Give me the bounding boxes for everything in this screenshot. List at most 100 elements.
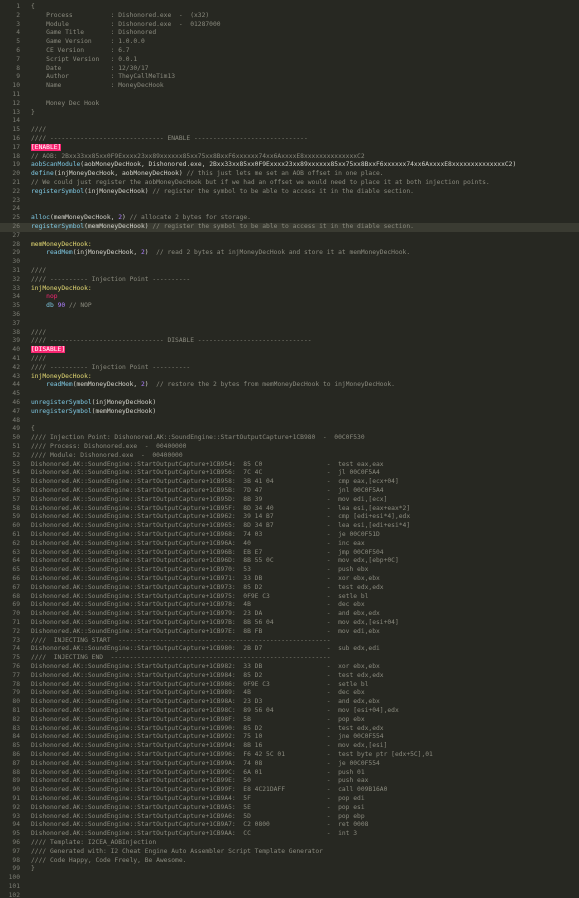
code-line[interactable]: 85 Dishonored.AK::SoundEngine::StartOutpu…	[0, 742, 579, 751]
code-line[interactable]: 8 Date : 12/30/17	[0, 65, 579, 74]
code-line[interactable]: 50 //// Injection Point: Dishonored.AK::S…	[0, 434, 579, 443]
code-line[interactable]: 43 injMoneyDecHook:	[0, 373, 579, 382]
code-line[interactable]: 92 Dishonored.AK::SoundEngine::StartOutpu…	[0, 804, 579, 813]
code-line[interactable]: 97 //// Generated with: I2 Cheat Engine A…	[0, 848, 579, 857]
code-line[interactable]: 90 Dishonored.AK::SoundEngine::StartOutpu…	[0, 786, 579, 795]
code-line[interactable]: 61 Dishonored.AK::SoundEngine::StartOutpu…	[0, 531, 579, 540]
code-line[interactable]: 60 Dishonored.AK::SoundEngine::StartOutpu…	[0, 522, 579, 531]
code-line[interactable]: 40 [DISABLE]	[0, 346, 579, 355]
code-line[interactable]: 28 memMoneyDecHook:	[0, 241, 579, 250]
code-line[interactable]: 79 Dishonored.AK::SoundEngine::StartOutpu…	[0, 689, 579, 698]
code-line[interactable]: 67 Dishonored.AK::SoundEngine::StartOutpu…	[0, 584, 579, 593]
code-line[interactable]: 7 Script Version : 0.0.1	[0, 56, 579, 65]
code-line[interactable]: 1{	[0, 3, 579, 12]
code-line[interactable]: 33 injMoneyDecHook:	[0, 285, 579, 294]
code-line[interactable]: 17 [ENABLE]	[0, 143, 579, 153]
code-line[interactable]: 10 Name : MoneyDecHook	[0, 82, 579, 91]
code-line[interactable]: 83 Dishonored.AK::SoundEngine::StartOutpu…	[0, 725, 579, 734]
code-line[interactable]: 84 Dishonored.AK::SoundEngine::StartOutpu…	[0, 733, 579, 742]
code-line[interactable]: 35 db 90 // NOP	[0, 302, 579, 311]
code-line[interactable]: 20 define(injMoneyDecHook, aobMoneyDecHoo…	[0, 170, 579, 179]
code-line[interactable]: 70 Dishonored.AK::SoundEngine::StartOutpu…	[0, 610, 579, 619]
code-line[interactable]: 62 Dishonored.AK::SoundEngine::StartOutpu…	[0, 540, 579, 549]
code-line[interactable]: 13}	[0, 109, 579, 118]
code-line[interactable]: 81 Dishonored.AK::SoundEngine::StartOutpu…	[0, 707, 579, 716]
code-line[interactable]: 51 //// Process: Dishonored.exe - 0040000…	[0, 443, 579, 452]
code-line[interactable]: 44 readMem(memMoneyDecHook, 2) // restor…	[0, 381, 579, 390]
code-line[interactable]: 55 Dishonored.AK::SoundEngine::StartOutpu…	[0, 478, 579, 487]
code-line[interactable]: 9 Author : TheyCallMeTim13	[0, 73, 579, 82]
code-line[interactable]: 49 {	[0, 425, 579, 434]
code-line[interactable]: 95 Dishonored.AK::SoundEngine::StartOutpu…	[0, 830, 579, 839]
code-line[interactable]: 88 Dishonored.AK::SoundEngine::StartOutpu…	[0, 769, 579, 778]
code-line[interactable]: 57 Dishonored.AK::SoundEngine::StartOutpu…	[0, 496, 579, 505]
code-line[interactable]: 24	[0, 205, 579, 214]
code-line[interactable]: 102	[0, 892, 579, 898]
code-line[interactable]: 98 //// Code Happy, Code Freely, Be Aweso…	[0, 857, 579, 866]
code-line[interactable]: 96 //// Template: I2CEA_AOBInjection	[0, 839, 579, 848]
code-line[interactable]: 82 Dishonored.AK::SoundEngine::StartOutpu…	[0, 716, 579, 725]
code-line[interactable]: 23	[0, 197, 579, 206]
code-line[interactable]: 16 //// ------------------------------ EN…	[0, 135, 579, 144]
code-line[interactable]: 54 Dishonored.AK::SoundEngine::StartOutpu…	[0, 469, 579, 478]
code-line[interactable]: 58 Dishonored.AK::SoundEngine::StartOutpu…	[0, 505, 579, 514]
code-line[interactable]: 59 Dishonored.AK::SoundEngine::StartOutpu…	[0, 513, 579, 522]
code-line[interactable]: 27	[0, 232, 579, 241]
code-line[interactable]: 45	[0, 390, 579, 399]
code-line[interactable]: 37	[0, 320, 579, 329]
code-line[interactable]: 100	[0, 874, 579, 883]
code-line[interactable]: 31 ////	[0, 267, 579, 276]
code-line[interactable]: 56 Dishonored.AK::SoundEngine::StartOutpu…	[0, 487, 579, 496]
code-line[interactable]: 74 Dishonored.AK::SoundEngine::StartOutpu…	[0, 645, 579, 654]
code-editor[interactable]: 1{2 Process : Dishonored.exe - (x32) 3 Mo…	[0, 0, 579, 898]
code-line[interactable]: 73 //// INJECTING START -----------------…	[0, 637, 579, 646]
code-line[interactable]: 48	[0, 417, 579, 426]
code-line[interactable]: 75 //// INJECTING END -------------------…	[0, 654, 579, 663]
code-line[interactable]: 34 nop	[0, 293, 579, 302]
code-line[interactable]: 89 Dishonored.AK::SoundEngine::StartOutpu…	[0, 777, 579, 786]
code-line[interactable]: 30	[0, 258, 579, 267]
code-line[interactable]: 53 Dishonored.AK::SoundEngine::StartOutpu…	[0, 461, 579, 470]
code-line[interactable]: 3 Module : Dishonored.exe - 01287000	[0, 21, 579, 30]
code-line[interactable]: 52 //// Module: Dishonored.exe - 00400000	[0, 452, 579, 461]
code-line[interactable]: 21 // We could just register the aobMoney…	[0, 179, 579, 188]
code-line[interactable]: 91 Dishonored.AK::SoundEngine::StartOutpu…	[0, 795, 579, 804]
code-line[interactable]: 2 Process : Dishonored.exe - (x32)	[0, 12, 579, 21]
code-line[interactable]: 26 registerSymbol(memMoneyDecHook) // reg…	[0, 223, 579, 232]
code-line[interactable]: 66 Dishonored.AK::SoundEngine::StartOutpu…	[0, 575, 579, 584]
code-line[interactable]: 80 Dishonored.AK::SoundEngine::StartOutpu…	[0, 698, 579, 707]
code-line[interactable]: 99}	[0, 865, 579, 874]
code-line[interactable]: 32 //// ---------- Injection Point ------…	[0, 276, 579, 285]
code-line[interactable]: 5 Game Version : 1.0.0.0	[0, 38, 579, 47]
code-line[interactable]: 86 Dishonored.AK::SoundEngine::StartOutpu…	[0, 751, 579, 760]
code-line[interactable]: 63 Dishonored.AK::SoundEngine::StartOutpu…	[0, 549, 579, 558]
code-line[interactable]: 14	[0, 117, 579, 126]
code-line[interactable]: 71 Dishonored.AK::SoundEngine::StartOutpu…	[0, 619, 579, 628]
code-line[interactable]: 69 Dishonored.AK::SoundEngine::StartOutpu…	[0, 601, 579, 610]
code-line[interactable]: 29 readMem(injMoneyDecHook, 2) // read 2…	[0, 249, 579, 258]
code-line[interactable]: 72 Dishonored.AK::SoundEngine::StartOutpu…	[0, 628, 579, 637]
code-line[interactable]: 19 aobScanModule(aobMoneyDecHook, Dishono…	[0, 161, 579, 170]
code-line[interactable]: 94 Dishonored.AK::SoundEngine::StartOutpu…	[0, 821, 579, 830]
code-line[interactable]: 11	[0, 91, 579, 100]
code-line[interactable]: 18 // AOB: 2Bxx33xx85xx0F9Exxxx23xx89xxxx…	[0, 153, 579, 162]
code-line[interactable]: 4 Game Title : Dishonored	[0, 29, 579, 38]
code-line[interactable]: 101	[0, 883, 579, 892]
code-line[interactable]: 46 unregisterSymbol(injMoneyDecHook)	[0, 399, 579, 408]
code-line[interactable]: 93 Dishonored.AK::SoundEngine::StartOutpu…	[0, 813, 579, 822]
code-line[interactable]: 22 registerSymbol(injMoneyDecHook) // reg…	[0, 188, 579, 197]
code-line[interactable]: 12 Money Dec Hook	[0, 100, 579, 109]
code-line[interactable]: 36	[0, 311, 579, 320]
code-line[interactable]: 87 Dishonored.AK::SoundEngine::StartOutpu…	[0, 760, 579, 769]
code-line[interactable]: 25 alloc(memMoneyDecHook, 2) // allocate …	[0, 214, 579, 223]
code-line[interactable]: 6 CE Version : 6.7	[0, 47, 579, 56]
code-line[interactable]: 64 Dishonored.AK::SoundEngine::StartOutpu…	[0, 557, 579, 566]
code-line[interactable]: 65 Dishonored.AK::SoundEngine::StartOutpu…	[0, 566, 579, 575]
code-line[interactable]: 39 //// ------------------------------ DI…	[0, 337, 579, 346]
code-line[interactable]: 42 //// ---------- Injection Point ------…	[0, 364, 579, 373]
code-line[interactable]: 68 Dishonored.AK::SoundEngine::StartOutpu…	[0, 593, 579, 602]
code-line[interactable]: 38 ////	[0, 329, 579, 338]
code-line[interactable]: 15 ////	[0, 126, 579, 135]
code-line[interactable]: 77 Dishonored.AK::SoundEngine::StartOutpu…	[0, 672, 579, 681]
code-line[interactable]: 78 Dishonored.AK::SoundEngine::StartOutpu…	[0, 681, 579, 690]
